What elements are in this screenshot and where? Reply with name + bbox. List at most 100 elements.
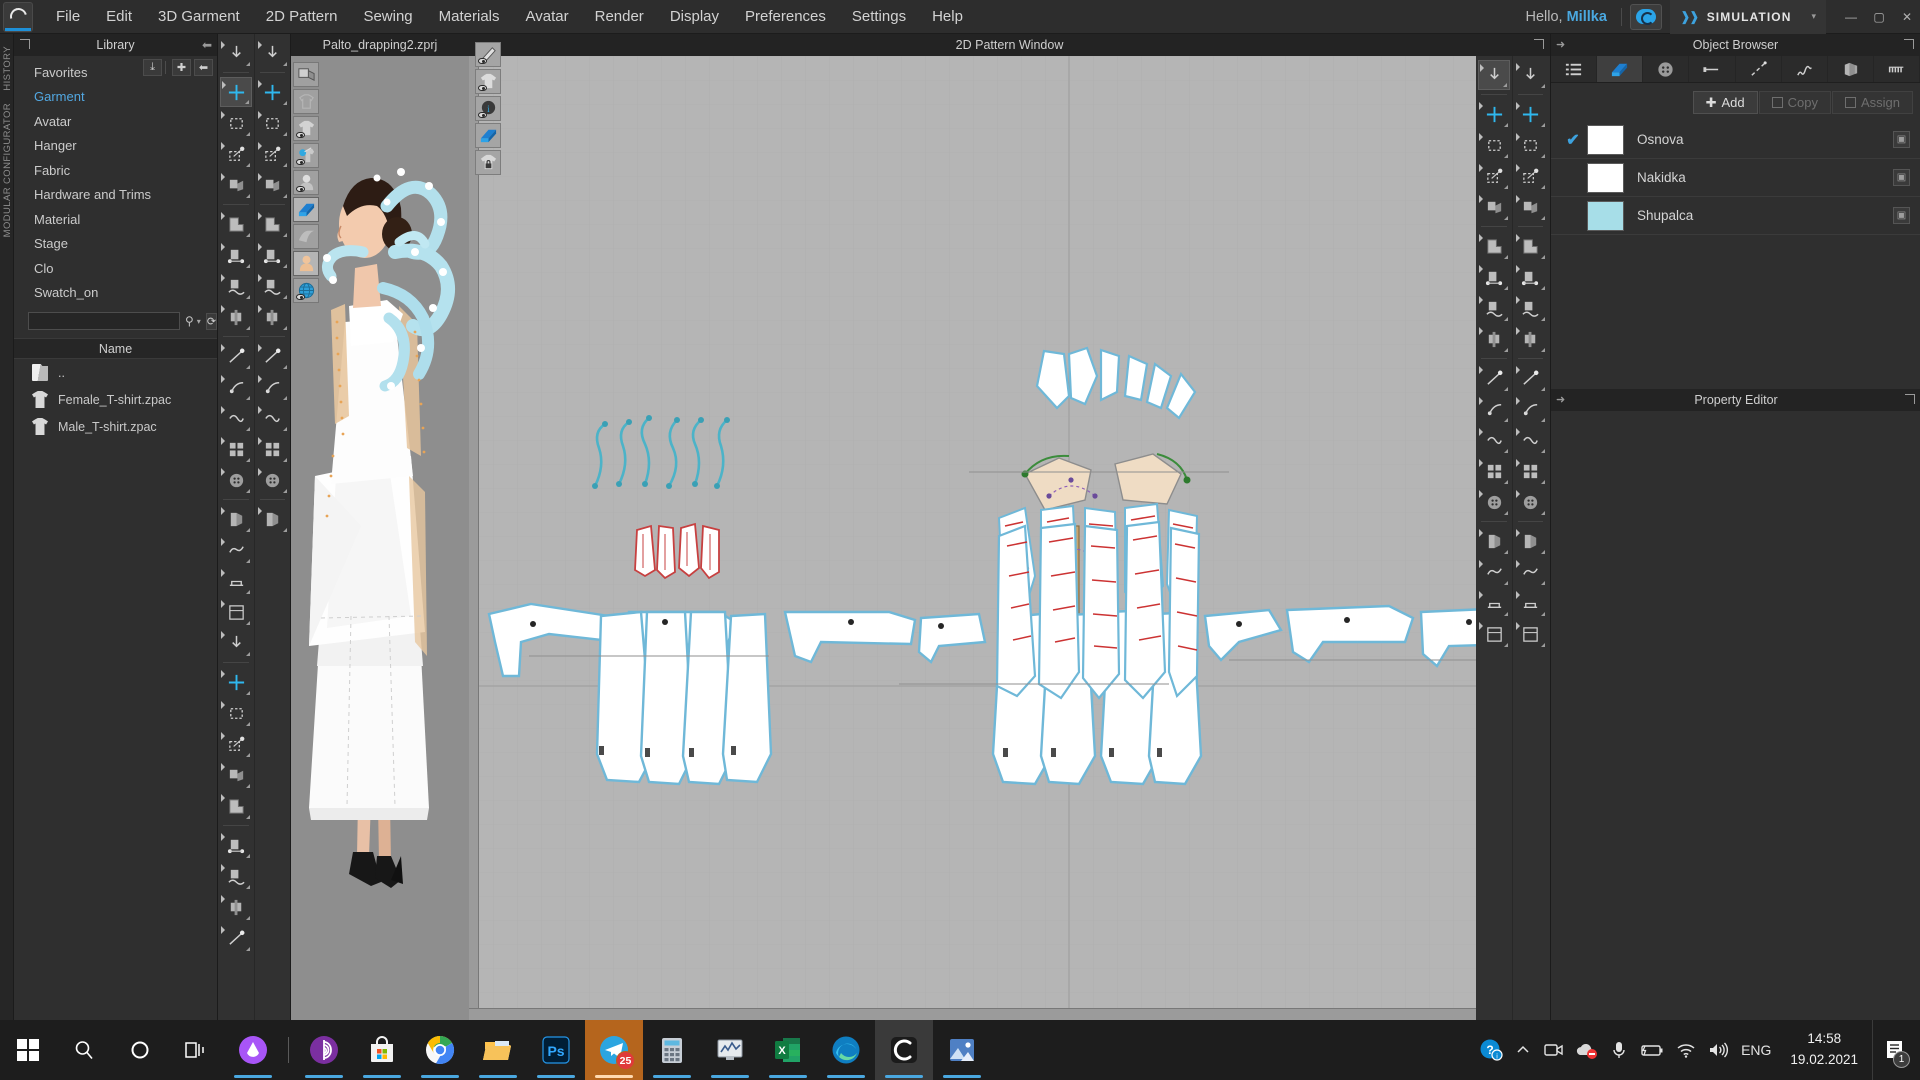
menu-3d-garment[interactable]: 3D Garment [145,2,253,31]
menu-avatar[interactable]: Avatar [513,2,582,31]
expand-icon[interactable] [1534,39,1544,49]
segment-length-icon[interactable] [1478,192,1510,222]
topstitch-tab[interactable] [1736,56,1782,82]
scissors-icon[interactable] [257,341,289,371]
library-item-swatch-on[interactable]: Swatch_on [14,281,217,306]
collapse-left-icon[interactable]: ⬅ [202,38,212,52]
table-row[interactable]: ✔ Osnova ▣ [1551,121,1920,159]
list-item[interactable]: Female_T-shirt.zpac [14,386,217,413]
globe-env-icon[interactable] [293,278,319,303]
buttonhole-icon[interactable] [220,535,252,565]
simulation-mode-selector[interactable]: ❱❱ SIMULATION ▾ [1669,0,1826,34]
refresh-icon[interactable]: ⟳ [205,312,218,330]
menu-settings[interactable]: Settings [839,2,919,31]
topstitch-icon[interactable] [220,597,252,627]
color-swatch[interactable] [1587,124,1624,155]
line-dash-icon[interactable] [1515,363,1547,393]
pattern-3d-icon[interactable] [257,170,289,200]
list-item[interactable]: .. [14,359,217,386]
show-avatar-icon[interactable] [293,170,319,195]
menu-edit[interactable]: Edit [93,2,145,31]
lock-pattern-icon[interactable] [475,150,501,175]
button-shirt-icon[interactable] [1515,293,1547,323]
camera-icon[interactable] [1515,619,1547,649]
transform-down-icon[interactable] [220,38,252,68]
nest-icon[interactable] [1478,526,1510,556]
circumference-icon[interactable] [220,923,252,953]
fold-fabric-icon[interactable] [1515,262,1547,292]
pattern-measure2-icon[interactable] [1515,99,1547,129]
chevron-down-icon[interactable]: ▾ [1805,11,1822,22]
fabric-tab[interactable] [1597,56,1644,82]
close-button[interactable]: ✕ [1894,7,1920,27]
puckering-icon[interactable] [220,729,252,759]
pattern-copy-icon[interactable] [220,209,252,239]
menu-display[interactable]: Display [657,2,732,31]
button-icon[interactable] [220,504,252,534]
ruler3-icon[interactable] [1515,588,1547,618]
edit-point-icon[interactable] [220,139,252,169]
pleat-icon[interactable] [220,667,252,697]
snap-icon[interactable] [220,830,252,860]
pattern-pin-icon[interactable] [220,302,252,332]
line-segment-icon[interactable] [220,341,252,371]
polygon-fill-icon[interactable] [1478,60,1510,90]
taskbar-app-file-explorer[interactable] [469,1020,527,1080]
checker-pattern-icon[interactable] [257,209,289,239]
taskbar-app-photoshop[interactable]: Ps [527,1020,585,1080]
task-view-icon[interactable] [168,1020,224,1080]
tshirt-icon[interactable] [1515,231,1547,261]
library-item-fabric[interactable]: Fabric [14,158,217,183]
outline-shape-icon[interactable] [1478,363,1510,393]
zipper2-icon[interactable] [257,434,289,464]
print-icon[interactable] [1478,557,1510,587]
expand-icon[interactable] [1905,394,1915,404]
skin-icon[interactable] [293,251,319,276]
taskbar-app-yandex-browser[interactable] [224,1020,282,1080]
menu-2d-pattern[interactable]: 2D Pattern [253,2,351,31]
pattern-curve-icon[interactable] [220,271,252,301]
assign-icon[interactable]: ▣ [1893,207,1910,224]
assign-button[interactable]: Assign [1831,91,1913,114]
fabric-ball-icon[interactable] [257,271,289,301]
library-item-clo[interactable]: Clo [14,256,217,281]
spring2-icon[interactable] [1515,487,1547,517]
search-input[interactable] [28,312,180,330]
pin-right-icon[interactable]: ➜ [1556,38,1565,51]
fold-arrange-icon[interactable] [220,170,252,200]
tab-history[interactable]: HISTORY [2,46,13,91]
battery-charging-icon[interactable] [1634,1020,1670,1080]
microphone-icon[interactable] [1604,1020,1634,1080]
table-row[interactable]: Shupalca ▣ [1551,197,1920,235]
assign-icon[interactable]: ▣ [1893,131,1910,148]
column-header-name[interactable]: Name [14,338,217,359]
taskbar-app-google-chrome[interactable] [411,1020,469,1080]
maximize-button[interactable]: ▢ [1866,7,1892,27]
curve-spline-icon[interactable] [1478,130,1510,160]
list-item[interactable]: Male_T-shirt.zpac [14,413,217,440]
curve-edit-icon[interactable] [257,77,289,107]
ruler2-icon[interactable] [1515,557,1547,587]
fold-line-icon[interactable] [220,465,252,495]
graphic-icon[interactable] [220,698,252,728]
pen-visibility-icon[interactable] [475,42,501,67]
language-indicator[interactable]: ENG [1736,1020,1776,1080]
triangle-edit-icon[interactable] [1478,262,1510,292]
clo-cloud-icon[interactable] [1629,3,1662,30]
dart-icon[interactable] [257,302,289,332]
taskbar-app-microsoft-store[interactable] [353,1020,411,1080]
elastic-icon[interactable] [220,760,252,790]
zipper-icon[interactable] [220,566,252,596]
box-shadow-icon[interactable] [293,62,319,87]
curve-smooth-icon[interactable] [257,139,289,169]
2d-pattern-canvas[interactable] [469,56,1550,1020]
text-a-icon[interactable] [1515,394,1547,424]
windows-start-icon[interactable] [0,1020,56,1080]
avatar-pose-icon[interactable] [220,861,252,891]
info-visibility-icon[interactable]: i [475,96,501,121]
library-item-hardware-and-trims[interactable]: Hardware and Trims [14,183,217,208]
taskbar-app-microsoft-edge[interactable] [817,1020,875,1080]
angle-edit-icon[interactable] [1478,99,1510,129]
sew-multi-icon[interactable] [220,434,252,464]
volume-icon[interactable] [1702,1020,1736,1080]
